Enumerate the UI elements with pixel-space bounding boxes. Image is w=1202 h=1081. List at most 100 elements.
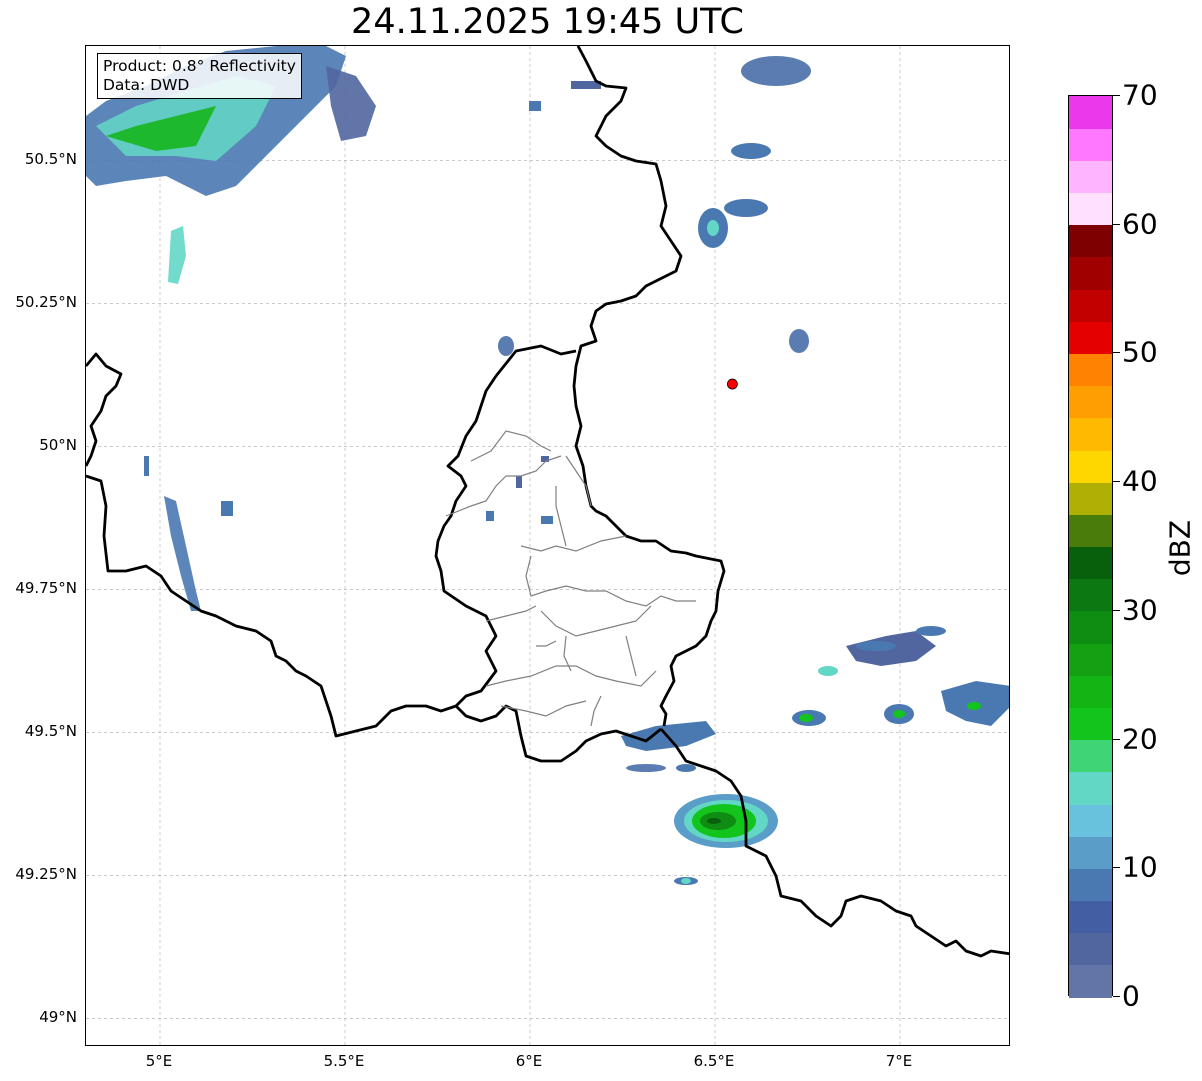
echo-speck [221,501,233,516]
colorbar-segment [1069,932,1112,966]
colorbar-tick-label: 30 [1122,593,1158,627]
map-canvas[interactable] [86,46,1010,1046]
echo-area-west-line [164,496,201,611]
colorbar [1068,95,1113,998]
longitude-tick-label: 5.5°E [323,1052,365,1070]
colorbar-tick-label: 10 [1122,850,1158,884]
district-line [625,635,637,677]
colorbar-segment [1069,385,1112,419]
colorbar-tick [1113,223,1120,225]
colorbar-segment [1069,192,1112,226]
colorbar-segment [1069,771,1112,805]
latitude-tick-label: 49.5°N [24,722,77,741]
colorbar-tick [1113,609,1120,611]
echo-speck [529,101,541,111]
district-line [590,695,602,727]
colorbar-segment [1069,449,1112,483]
border-france-belgium-south [86,474,457,738]
echo-area-north-strip [326,66,376,141]
district-line [520,535,627,552]
colorbar-segment [1069,803,1112,837]
colorbar-tick [1113,481,1120,483]
colorbar-segment [1069,868,1112,902]
radar-site-marker[interactable] [726,378,738,390]
latitude-tick-label: 50.5°N [24,150,77,169]
echo-cell-east-6 [818,666,838,676]
colorbar-tick-label: 20 [1122,722,1158,756]
colorbar-segment [1069,643,1112,676]
colorbar-segment [1069,417,1112,451]
colorbar-tick-label: 70 [1122,78,1158,112]
colorbar-tick-label: 50 [1122,335,1158,369]
colorbar-segment [1069,675,1112,708]
colorbar-tick-label: 40 [1122,464,1158,498]
echo-cell-lux-north [498,336,514,356]
echo-storm-main-peak [707,818,721,824]
border-luxembourg [434,375,662,763]
colorbar-segment [1069,160,1112,194]
colorbar-segment [1069,321,1112,355]
colorbar-tick [1113,95,1120,96]
latitude-tick-label: 50°N [39,436,77,455]
colorbar-segment [1069,546,1112,580]
longitude-tick-label: 6.5°E [693,1052,735,1070]
colorbar-segment [1069,289,1112,322]
echo-cell-south-3 [676,764,696,772]
echo-speck [541,456,549,462]
echo-speck [486,511,494,521]
map-title: 24.11.2025 19:45 UTC [351,2,744,42]
echo-area-small-west [168,226,186,284]
echo-cell-south-2 [626,764,666,772]
colorbar-tick-label: 60 [1122,207,1158,241]
echo-cell-right-small [789,329,809,353]
district-line [525,555,696,607]
district-line [565,455,592,507]
echo-cell-northeast-core [707,220,719,236]
colorbar-segment [1069,836,1112,869]
colorbar-tick-label: 0 [1122,979,1140,1013]
district-line [536,640,557,647]
echo-speck [516,476,522,488]
echo-cell-east-1-core [799,714,813,722]
border-france-belgium [86,352,123,467]
echo-speck [541,516,553,524]
echo-cell-east-4 [856,641,896,651]
colorbar-segment [1069,964,1112,998]
echo-cell-east-3-core [967,702,981,710]
longitude-tick-label: 6°E [515,1052,543,1070]
latitude-tick-label: 49.25°N [15,865,77,884]
colorbar-segment [1069,353,1112,387]
latitude-tick-label: 49.75°N [15,579,77,598]
colorbar-segment [1069,578,1112,612]
echo-cell-east-5 [916,626,946,636]
colorbar-tick [1113,996,1120,997]
border-germany-belgium-luxembourg [572,46,726,727]
colorbar-segment [1069,482,1112,515]
latitude-tick-label: 50.25°N [15,293,77,312]
colorbar-segment [1069,96,1112,129]
echo-cell-east-2-core [893,710,905,718]
echo-cell-top-right [741,56,811,86]
graticule [86,46,1009,1045]
district-line [445,455,562,517]
colorbar-segment [1069,610,1112,644]
product-info-box: Product: 0.8° Reflectivity Data: DWD [97,53,302,99]
colorbar-segment [1069,128,1112,161]
echo-cell-northeast-2 [724,199,768,217]
district-borders [445,430,696,727]
colorbar-unit-label: dBZ [1163,519,1197,577]
colorbar-segment [1069,707,1112,741]
colorbar-tick [1113,738,1120,740]
district-line [555,486,567,547]
colorbar-tick [1113,867,1120,869]
colorbar-segment [1069,900,1112,934]
map-panel[interactable] [85,45,1010,1046]
colorbar-segment [1069,739,1112,773]
longitude-tick-label: 7°E [885,1052,913,1070]
district-line [470,430,552,462]
colorbar-segment [1069,514,1112,548]
data-source-label: Data: DWD [103,76,190,94]
echo-cell-south-core [681,878,691,884]
latitude-tick-label: 49°N [39,1008,77,1027]
longitude-tick-label: 5°E [145,1052,173,1070]
